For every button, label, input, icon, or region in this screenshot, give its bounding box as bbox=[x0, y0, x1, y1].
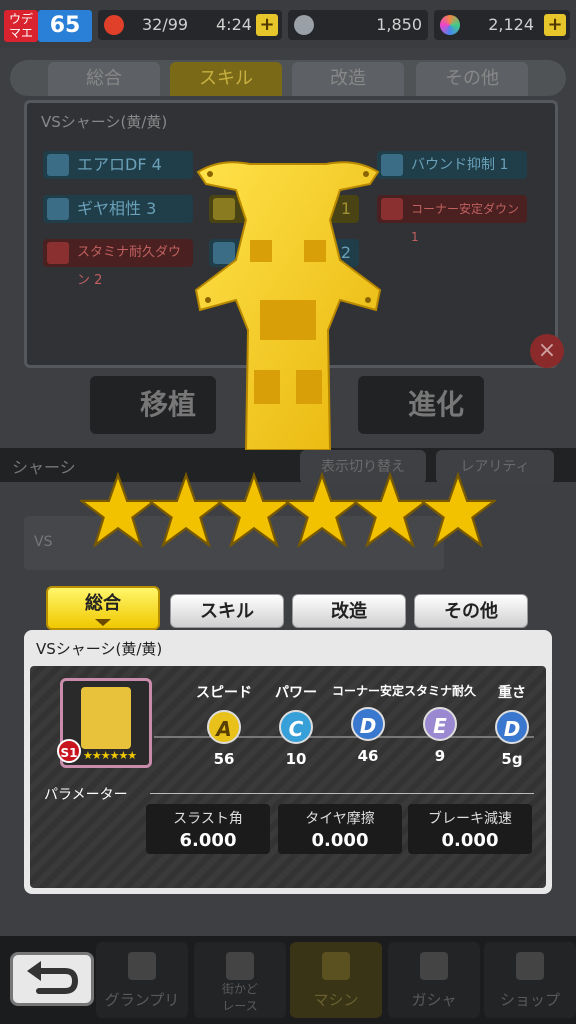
grade-badge: A bbox=[207, 710, 241, 744]
skill-down-icon bbox=[47, 242, 69, 264]
stat-speed: スピード A 56 bbox=[196, 685, 252, 768]
car-icon bbox=[322, 952, 350, 980]
stamina-pill[interactable]: 32/99 4:24 + bbox=[98, 10, 282, 40]
grade-badge: E bbox=[423, 707, 457, 741]
background-panel-title: VSシャーシ(黄/黄) bbox=[41, 113, 168, 131]
stat-stamina: スタミナ耐久 E 9 bbox=[403, 684, 476, 765]
rank-badge: ウデ マエ bbox=[4, 10, 38, 42]
gems-pill[interactable]: 2,124 + bbox=[434, 10, 570, 40]
add-stamina-button[interactable]: + bbox=[256, 14, 278, 36]
s1-badge: S1 bbox=[57, 739, 81, 763]
add-gems-button[interactable]: + bbox=[544, 14, 566, 36]
coins-value: 1,850 bbox=[376, 15, 422, 34]
star-icon bbox=[284, 471, 360, 548]
skill-chip: バウンド抑制 1 bbox=[377, 151, 527, 179]
star-icon bbox=[216, 471, 292, 548]
param-brake-decel: ブレーキ減速 0.000 bbox=[408, 804, 532, 854]
star-icon bbox=[352, 471, 428, 548]
nav-grandprix: グランプリ bbox=[96, 942, 188, 1018]
nav-gacha: ガシャ bbox=[388, 942, 480, 1018]
panel-title: VSシャーシ(黄/黄) bbox=[36, 640, 163, 658]
close-icon: × bbox=[530, 334, 564, 368]
coins-pill: 1,850 bbox=[288, 10, 428, 40]
star-icon bbox=[420, 952, 448, 980]
stat-power: パワー C 10 bbox=[275, 685, 317, 768]
stat-weight: 重さ D 5g bbox=[472, 682, 552, 768]
skill-chip: エアロDF 4 bbox=[43, 151, 193, 179]
chevron-down-icon bbox=[95, 619, 111, 626]
rank-level: 65 bbox=[38, 10, 92, 42]
nav-shop: ショップ bbox=[484, 942, 576, 1018]
checkered-flag-icon bbox=[128, 952, 156, 980]
panel-body: S1 ★★★★★★ スピード A 56 パワー C 10 コーナー安定 D 46… bbox=[30, 666, 546, 888]
coin-icon bbox=[294, 15, 314, 35]
stamina-value: 32/99 bbox=[142, 15, 189, 34]
detail-panel: VSシャーシ(黄/黄) S1 ★★★★★★ スピード A 56 パワー C 10… bbox=[24, 630, 552, 894]
heart-icon bbox=[104, 15, 124, 35]
chassis-image bbox=[194, 161, 382, 450]
track-icon bbox=[226, 952, 254, 980]
star-icon bbox=[148, 471, 224, 548]
tab-mod[interactable]: 改造 bbox=[292, 594, 406, 628]
background-tab-other: その他 bbox=[416, 62, 528, 96]
skill-chip: スタミナ耐久ダウン 2 bbox=[43, 239, 193, 288]
rarity-stars bbox=[80, 470, 500, 550]
param-thrust-angle: スラスト角 6.000 bbox=[146, 804, 270, 854]
nav-street-race: 街かど レース bbox=[194, 942, 286, 1018]
skill-chip: ギヤ相性 3 bbox=[43, 195, 193, 223]
gems-value: 2,124 bbox=[488, 15, 534, 34]
grade-badge: C bbox=[279, 710, 313, 744]
gem-icon bbox=[440, 15, 460, 35]
grade-badge: D bbox=[351, 707, 385, 741]
tab-skill[interactable]: スキル bbox=[170, 594, 284, 628]
grade-badge: D bbox=[495, 710, 529, 744]
background-tab-skill: スキル bbox=[170, 62, 282, 96]
star-icon bbox=[420, 471, 496, 548]
chassis-thumb-image bbox=[81, 687, 131, 749]
skill-up-icon bbox=[47, 154, 69, 176]
params-divider bbox=[150, 793, 534, 794]
params-label: パラメーター bbox=[44, 787, 128, 803]
stamina-timer: 4:24 bbox=[216, 15, 252, 34]
shop-icon bbox=[516, 952, 544, 980]
chassis-thumbnail[interactable]: S1 ★★★★★★ bbox=[57, 678, 152, 768]
param-tire-friction: タイヤ摩擦 0.000 bbox=[278, 804, 402, 854]
background-tab-overall: 総合 bbox=[48, 62, 160, 96]
star-icon bbox=[80, 471, 156, 548]
back-arrow-icon bbox=[27, 961, 79, 994]
tab-other[interactable]: その他 bbox=[414, 594, 528, 628]
nav-machine: マシン bbox=[290, 942, 382, 1018]
skill-chip: コーナー安定ダウン 1 bbox=[377, 195, 527, 244]
status-bar: ウデ マエ 65 32/99 4:24 + 1,850 2,124 + bbox=[0, 0, 576, 48]
thumb-stars: ★★★★★★ bbox=[83, 749, 137, 762]
skill-up-icon bbox=[47, 198, 69, 220]
background-tab-mod: 改造 bbox=[292, 62, 404, 96]
tab-overall[interactable]: 総合 bbox=[46, 586, 160, 630]
back-button[interactable] bbox=[10, 952, 94, 1006]
stat-corner: コーナー安定 D 46 bbox=[331, 684, 404, 765]
